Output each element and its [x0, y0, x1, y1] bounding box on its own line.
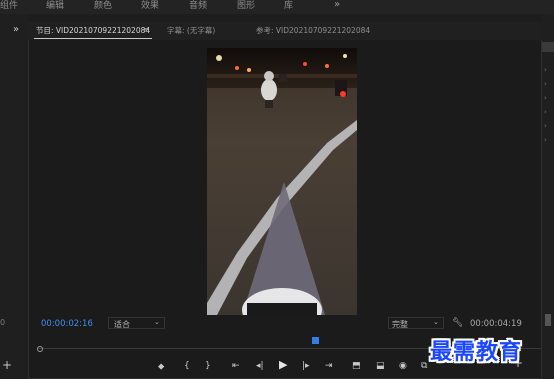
add-marker-button[interactable]: ⬥	[158, 362, 164, 372]
mark-in-button[interactable]: {	[184, 361, 190, 371]
workspace-tab-graphics[interactable]: 图形	[237, 0, 255, 12]
tab-captions[interactable]: 字幕: (无字幕)	[167, 25, 215, 36]
workspace-tab-color[interactable]: 颜色	[94, 0, 112, 12]
right-panel-strip: › › › › › ›	[542, 14, 554, 379]
tab-program-monitor[interactable]: 节目: VID20210709221202084	[36, 25, 150, 36]
play-button[interactable]: ▶	[279, 359, 287, 370]
workspaces-overflow-button[interactable]: »	[334, 0, 340, 11]
mark-out-button[interactable]: }	[205, 361, 211, 371]
zoom-value: 适合	[114, 320, 130, 329]
workspace-tab-audio[interactable]: 音频	[189, 0, 207, 12]
duration-timecode: 00:00:04:19	[470, 319, 522, 329]
lift-button[interactable]: ⬒	[352, 361, 361, 371]
right-panel-scrollbar[interactable]	[545, 314, 551, 326]
right-panel-chevron-icon[interactable]: ›	[544, 122, 547, 130]
workspace-tab-libraries[interactable]: 库	[284, 0, 293, 12]
video-preview[interactable]	[207, 48, 357, 315]
quality-value: 完整	[392, 320, 408, 329]
playhead[interactable]	[312, 337, 320, 344]
step-forward-button[interactable]: |▸	[302, 361, 310, 371]
go-to-out-button[interactable]: ⇥	[325, 361, 333, 371]
playback-quality-dropdown[interactable]: 完整 ⌄	[388, 317, 444, 329]
right-panel-search-icon[interactable]	[542, 42, 554, 52]
export-frame-button[interactable]: ◉	[399, 361, 407, 371]
workspace-tab-assembly[interactable]: 组件	[0, 0, 18, 12]
comparison-view-button[interactable]: ⧉	[421, 361, 427, 371]
go-to-in-button[interactable]: ⇤	[232, 361, 240, 371]
workspace-tab-effects[interactable]: 效果	[141, 0, 159, 12]
chevron-down-icon: ⌄	[154, 318, 160, 326]
video-frame-image	[207, 48, 357, 315]
settings-wrench-icon[interactable]: 🔧︎	[452, 318, 463, 328]
active-tab-indicator	[34, 38, 152, 39]
left-panel-value: 0	[0, 318, 6, 327]
zoom-dropdown[interactable]: 适合 ⌄	[108, 317, 165, 329]
chevron-down-icon: ⌄	[433, 318, 439, 326]
step-back-button[interactable]: ◂|	[256, 361, 264, 371]
right-panel-chevron-icon[interactable]: ›	[544, 136, 547, 144]
right-panel-chevron-icon[interactable]: ›	[544, 108, 547, 116]
right-panel-chevron-icon[interactable]: ›	[544, 94, 547, 102]
left-panel-add-button[interactable]: +	[2, 358, 12, 372]
program-tab-menu-icon[interactable]: ≡	[143, 25, 149, 34]
right-panel-chevron-icon[interactable]: ›	[544, 66, 547, 74]
current-timecode[interactable]: 00:00:02:16	[41, 319, 93, 329]
tab-reference-monitor[interactable]: 参考: VID20210709221202084	[256, 25, 370, 36]
zoom-handle-start[interactable]	[37, 346, 43, 352]
left-panel-expand-button[interactable]: »	[13, 24, 19, 35]
watermark-logo: 最需教育	[430, 340, 523, 365]
workspace-bar	[0, 0, 554, 14]
right-panel-chevron-icon[interactable]: ›	[544, 80, 547, 88]
workspace-tab-editing[interactable]: 编辑	[46, 0, 64, 12]
extract-button[interactable]: ⬓	[376, 361, 385, 371]
